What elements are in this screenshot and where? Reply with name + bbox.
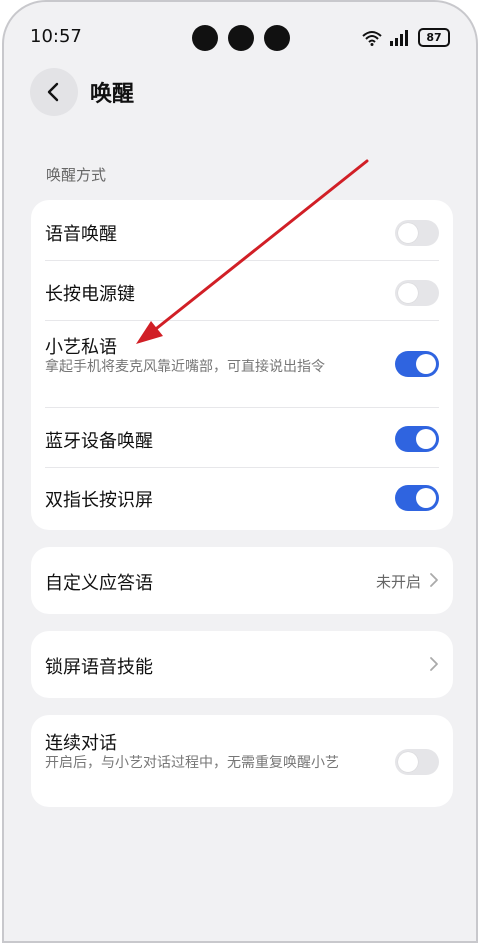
camera-lens bbox=[192, 25, 218, 51]
phone-frame: 10:57 87 唤醒 唤醒方式 语音唤醒 长按电源键 小艺私语 拿起手机将麦克… bbox=[2, 0, 478, 943]
toggle-knob bbox=[398, 283, 418, 303]
setting-row-continuous[interactable]: 连续对话 开启后，与小艺对话过程中，无需重复唤醒小艺 bbox=[45, 715, 439, 807]
setting-row-lock-voice[interactable]: 锁屏语音技能 bbox=[45, 631, 439, 698]
setting-title: 蓝牙设备唤醒 bbox=[45, 431, 153, 452]
whisper-toggle[interactable] bbox=[395, 351, 439, 377]
status-icons: 87 bbox=[362, 28, 450, 47]
lock-voice-card[interactable]: 锁屏语音技能 bbox=[31, 631, 453, 698]
custom-reply-card[interactable]: 自定义应答语 未开启 bbox=[31, 547, 453, 614]
wifi-icon bbox=[362, 30, 382, 46]
clock: 10:57 bbox=[30, 26, 82, 47]
setting-row-bluetooth[interactable]: 蓝牙设备唤醒 bbox=[45, 408, 439, 468]
chevron-right-icon bbox=[430, 573, 438, 587]
setting-title: 长按电源键 bbox=[45, 284, 135, 305]
page-title: 唤醒 bbox=[90, 82, 135, 107]
toggle-knob bbox=[416, 429, 436, 449]
setting-title: 自定义应答语 bbox=[45, 573, 153, 594]
setting-subtitle: 开启后，与小艺对话过程中，无需重复唤醒小艺 bbox=[45, 755, 339, 771]
setting-title: 小艺私语 bbox=[45, 337, 117, 358]
toggle-knob bbox=[416, 354, 436, 374]
status-bar: 10:57 87 bbox=[4, 2, 476, 66]
camera-lens bbox=[264, 25, 290, 51]
setting-row-two-finger[interactable]: 双指长按识屏 bbox=[45, 468, 439, 528]
voice-wake-toggle[interactable] bbox=[395, 220, 439, 246]
page-header: 唤醒 bbox=[4, 66, 476, 120]
chevron-left-icon bbox=[47, 82, 59, 102]
setting-title: 语音唤醒 bbox=[45, 224, 117, 245]
setting-row-whisper[interactable]: 小艺私语 拿起手机将麦克风靠近嘴部，可直接说出指令 bbox=[45, 321, 439, 408]
battery-indicator: 87 bbox=[418, 28, 450, 47]
front-cameras bbox=[192, 25, 290, 51]
setting-subtitle: 拿起手机将麦克风靠近嘴部，可直接说出指令 bbox=[45, 359, 325, 375]
setting-row-custom-reply[interactable]: 自定义应答语 未开启 bbox=[45, 547, 439, 614]
continuous-card: 连续对话 开启后，与小艺对话过程中，无需重复唤醒小艺 bbox=[31, 715, 453, 807]
setting-title: 锁屏语音技能 bbox=[45, 657, 153, 678]
toggle-knob bbox=[398, 752, 418, 772]
camera-lens bbox=[228, 25, 254, 51]
setting-title: 连续对话 bbox=[45, 733, 117, 754]
toggle-knob bbox=[416, 488, 436, 508]
signal-icon bbox=[390, 29, 410, 46]
bluetooth-wake-toggle[interactable] bbox=[395, 426, 439, 452]
setting-value: 未开启 bbox=[375, 573, 421, 591]
toggle-knob bbox=[398, 223, 418, 243]
section-label: 唤醒方式 bbox=[46, 166, 107, 184]
two-finger-toggle[interactable] bbox=[395, 485, 439, 511]
back-button[interactable] bbox=[30, 68, 78, 116]
wake-methods-card: 语音唤醒 长按电源键 小艺私语 拿起手机将麦克风靠近嘴部，可直接说出指令 蓝牙设… bbox=[31, 200, 453, 530]
power-key-toggle[interactable] bbox=[395, 280, 439, 306]
chevron-right-icon bbox=[430, 657, 438, 671]
setting-title: 双指长按识屏 bbox=[45, 490, 153, 511]
setting-row-power-key[interactable]: 长按电源键 bbox=[45, 261, 439, 321]
continuous-toggle[interactable] bbox=[395, 749, 439, 775]
setting-row-voice-wake[interactable]: 语音唤醒 bbox=[45, 200, 439, 261]
